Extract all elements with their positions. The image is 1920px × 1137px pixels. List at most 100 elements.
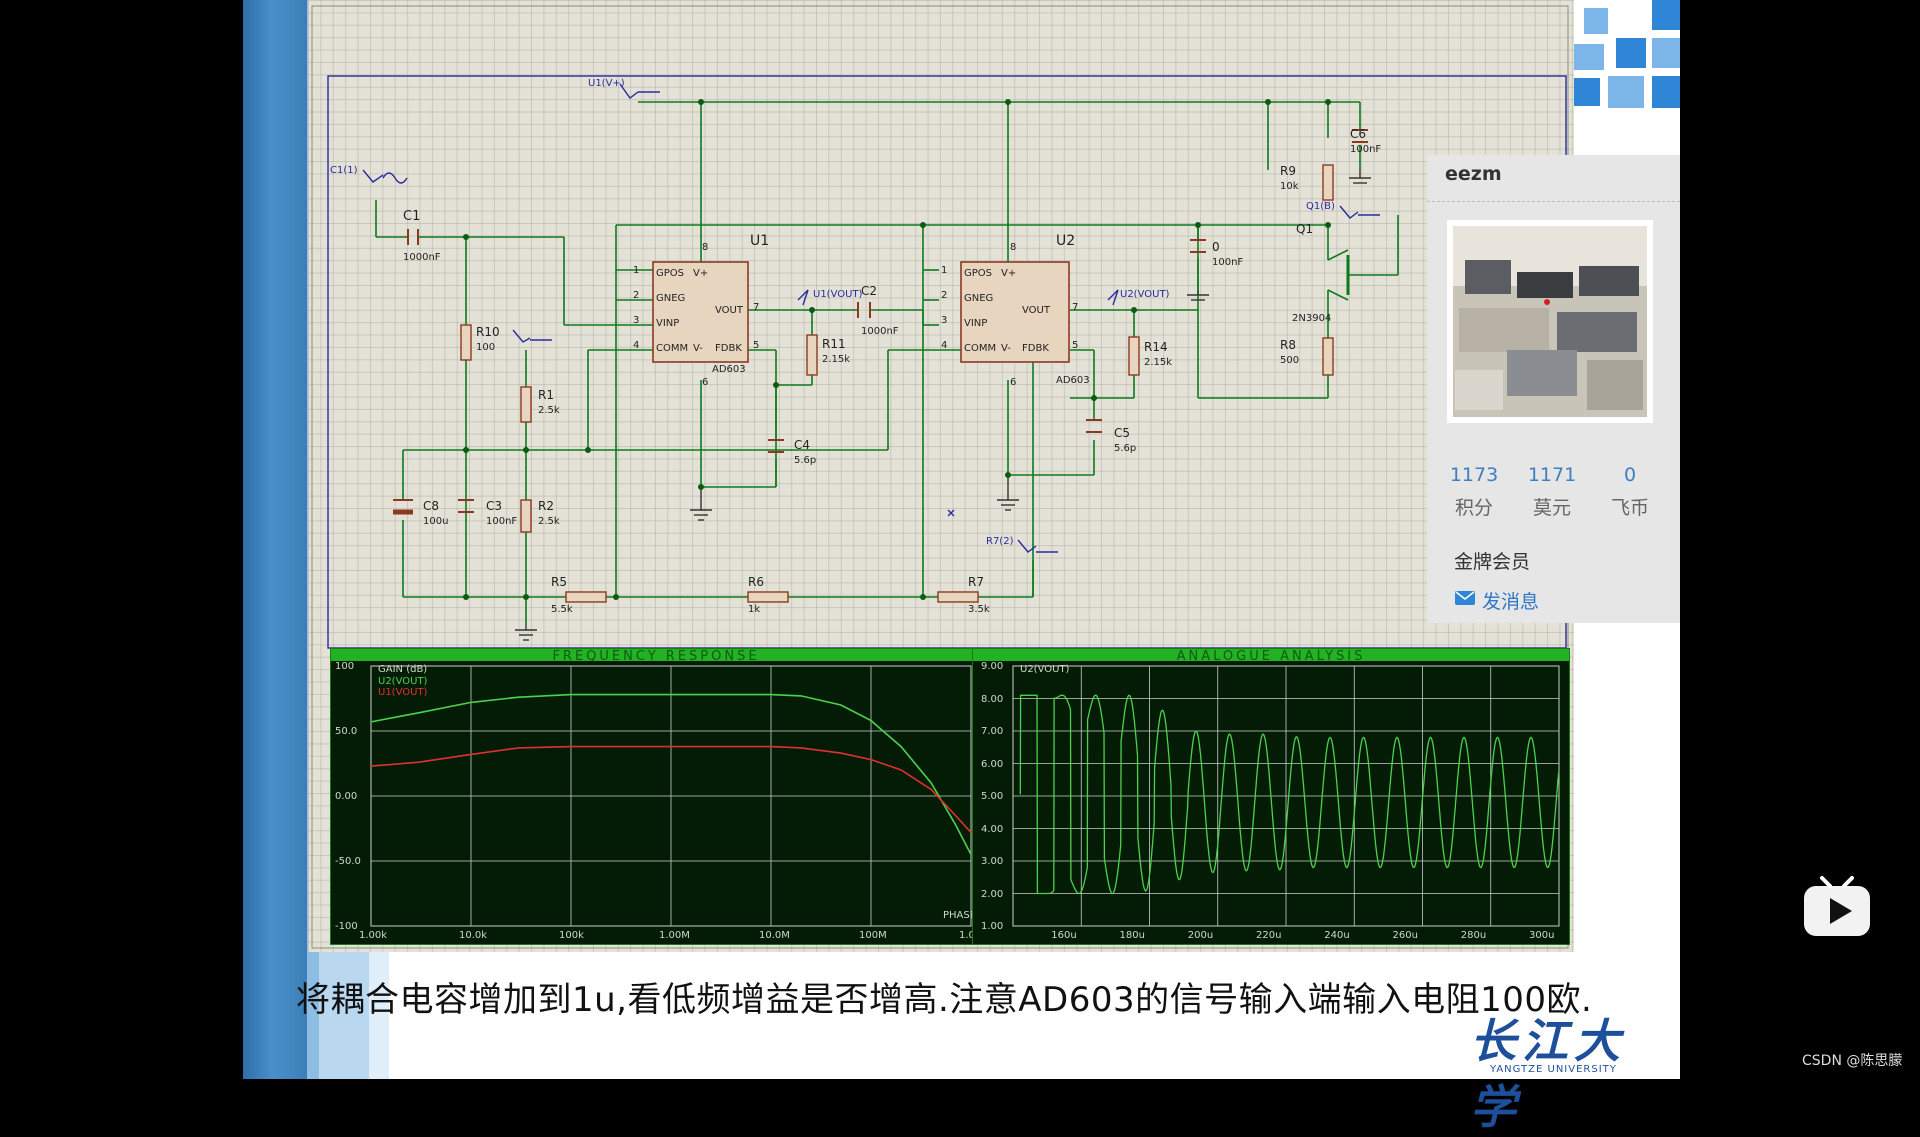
freq-y-tick: -50.0: [335, 856, 361, 867]
freq-legend-u2: U2(VOUT): [378, 676, 428, 687]
r5-value: 5.5k: [551, 604, 573, 615]
member-level: 金牌会员: [1454, 551, 1531, 573]
ana-y-tick: 1.00: [981, 921, 1004, 932]
c2-ref: C2: [861, 284, 878, 298]
ana-x-tick: 240u: [1324, 930, 1350, 941]
r9-ref: R9: [1280, 164, 1296, 178]
svg-text:2: 2: [633, 290, 639, 301]
u2-type: AD603: [1056, 375, 1090, 386]
svg-text:5: 5: [753, 340, 759, 351]
ana-y-tick: 8.00: [981, 693, 1004, 705]
csdn-watermark: CSDN @陈思朦: [1802, 1053, 1903, 1069]
r6-value: 1k: [748, 604, 761, 615]
c3-value: 100nF: [486, 516, 518, 527]
ana-legend-u2: U2(VOUT): [1020, 664, 1070, 675]
schematic-canvas[interactable]: 1 2 3 4 7 5 8 6 1 2 3 4 7 5 8 6 U1(V+) C1(1) U1(VOUT…: [308, 0, 1574, 952]
stat-mo-label: 莫元: [1532, 497, 1571, 519]
u1-pin-gpos: GPOS: [656, 268, 684, 279]
r7-ref: R7: [968, 575, 984, 589]
profile-username[interactable]: eezm: [1445, 163, 1502, 185]
r11-ref: R11: [822, 337, 846, 351]
svg-text:3: 3: [633, 315, 639, 326]
r11-value: 2.15k: [822, 354, 851, 365]
profile-separator: [1427, 201, 1680, 202]
freq-y-tick: -100: [335, 921, 358, 932]
send-message-link[interactable]: 发消息: [1454, 587, 1539, 614]
freq-y-tick: 50.0: [335, 726, 358, 737]
r6-ref: R6: [748, 575, 764, 589]
ana-x-tick: 300u: [1529, 930, 1555, 941]
q1-ref: Q1: [1296, 222, 1314, 236]
u1-label: U1: [750, 233, 770, 249]
c2-value: 1000nF: [861, 326, 899, 337]
u2-pin-vplus: V+: [1001, 268, 1017, 279]
r2-ref: R2: [538, 499, 554, 513]
c1-value: 1000nF: [403, 252, 441, 263]
university-logo: 长江大学 YANGTZE UNIVERSITY: [1470, 1005, 1670, 1134]
frequency-response-chart: [370, 665, 972, 927]
analogue-analysis-panel[interactable]: ANALOGUE ANALYSIS U2(VOUT) 9.00 8.00 7.00 6…: [972, 648, 1570, 945]
c5-ref: C5: [1114, 426, 1131, 440]
c0-ref: 0: [1212, 240, 1220, 254]
envelope-icon: [1454, 589, 1476, 612]
r10-ref: R10: [476, 325, 500, 339]
ana-y-tick: 2.00: [981, 888, 1004, 900]
probe-q1-b: Q1(B): [1306, 201, 1335, 212]
svg-text:1: 1: [941, 265, 947, 276]
ana-y-tick: 6.00: [981, 758, 1004, 770]
user-profile-card: eezm 1173 积分 1171 莫元 0 飞币 金牌会员 发消息: [1427, 155, 1680, 623]
ana-y-tick: 9.00: [981, 661, 1004, 672]
svg-text:3: 3: [941, 315, 947, 326]
u1-pin-vinp: VINP: [656, 318, 680, 329]
u2-pin-vminus: V-: [1001, 343, 1011, 354]
stat-points-label: 积分: [1454, 497, 1493, 519]
frequency-response-panel[interactable]: FREQUENCY RESPONSE GAIN (dB) U2(VOUT) U1…: [330, 648, 989, 945]
svg-text:7: 7: [753, 302, 759, 313]
freq-x-tick: 100M: [859, 930, 887, 941]
u2-pin-fdbk: FDBK: [1022, 343, 1049, 354]
ana-x-tick: 280u: [1460, 930, 1487, 941]
r8-ref: R8: [1280, 338, 1296, 352]
freq-legend-u1: U1(VOUT): [378, 687, 428, 698]
freq-y-tick: 100: [335, 661, 355, 672]
profile-avatar[interactable]: [1447, 220, 1653, 423]
freq-x-tick: 10.0k: [459, 930, 488, 941]
analogue-analysis-chart: [1012, 665, 1560, 927]
r10-value: 100: [476, 342, 496, 353]
c8-value: 100u: [423, 516, 449, 527]
logo-english-text: YANGTZE UNIVERSITY: [1490, 1064, 1617, 1075]
send-message-label: 发消息: [1482, 591, 1540, 613]
svg-text:6: 6: [702, 377, 708, 388]
freq-x-tick: 10.0M: [759, 930, 790, 941]
u1-pin-gneg: GNEG: [656, 293, 686, 304]
c3-ref: C3: [486, 499, 503, 513]
u1-pin-vplus: V+: [693, 268, 709, 279]
stat-coins-label: 飞币: [1610, 497, 1649, 519]
probe-u2-vout: U2(VOUT): [1120, 289, 1170, 300]
svg-text:4: 4: [633, 340, 639, 351]
svg-text:8: 8: [1010, 242, 1016, 253]
r7-value: 3.5k: [968, 604, 990, 615]
play-icon: [1804, 876, 1870, 936]
u2-pin-vinp: VINP: [964, 318, 988, 329]
r5-ref: R5: [551, 575, 567, 589]
slide-left-bar: [243, 0, 307, 1079]
probe-r7-2: R7(2): [986, 536, 1014, 547]
r9-value: 10k: [1280, 181, 1299, 192]
ana-series-u2: [1019, 694, 1560, 895]
r14-value: 2.15k: [1144, 357, 1173, 368]
c5-value: 5.6p: [1114, 443, 1137, 454]
svg-text:7: 7: [1072, 302, 1078, 313]
c4-value: 5.6p: [794, 455, 817, 466]
svg-text:6: 6: [1010, 377, 1016, 388]
freq-y-tick: 0.00: [335, 791, 358, 802]
c1-ref: C1: [403, 209, 421, 224]
ana-x-tick: 260u: [1392, 930, 1418, 941]
svg-text:8: 8: [702, 242, 708, 253]
probe-c1-1: C1(1): [330, 165, 358, 176]
probe-u1-vplus: U1(V+): [588, 78, 625, 89]
ana-y-tick: 5.00: [981, 791, 1004, 802]
r2-value: 2.5k: [538, 516, 560, 527]
play-button[interactable]: [1802, 872, 1872, 938]
q1-value: 2N3904: [1292, 313, 1332, 324]
